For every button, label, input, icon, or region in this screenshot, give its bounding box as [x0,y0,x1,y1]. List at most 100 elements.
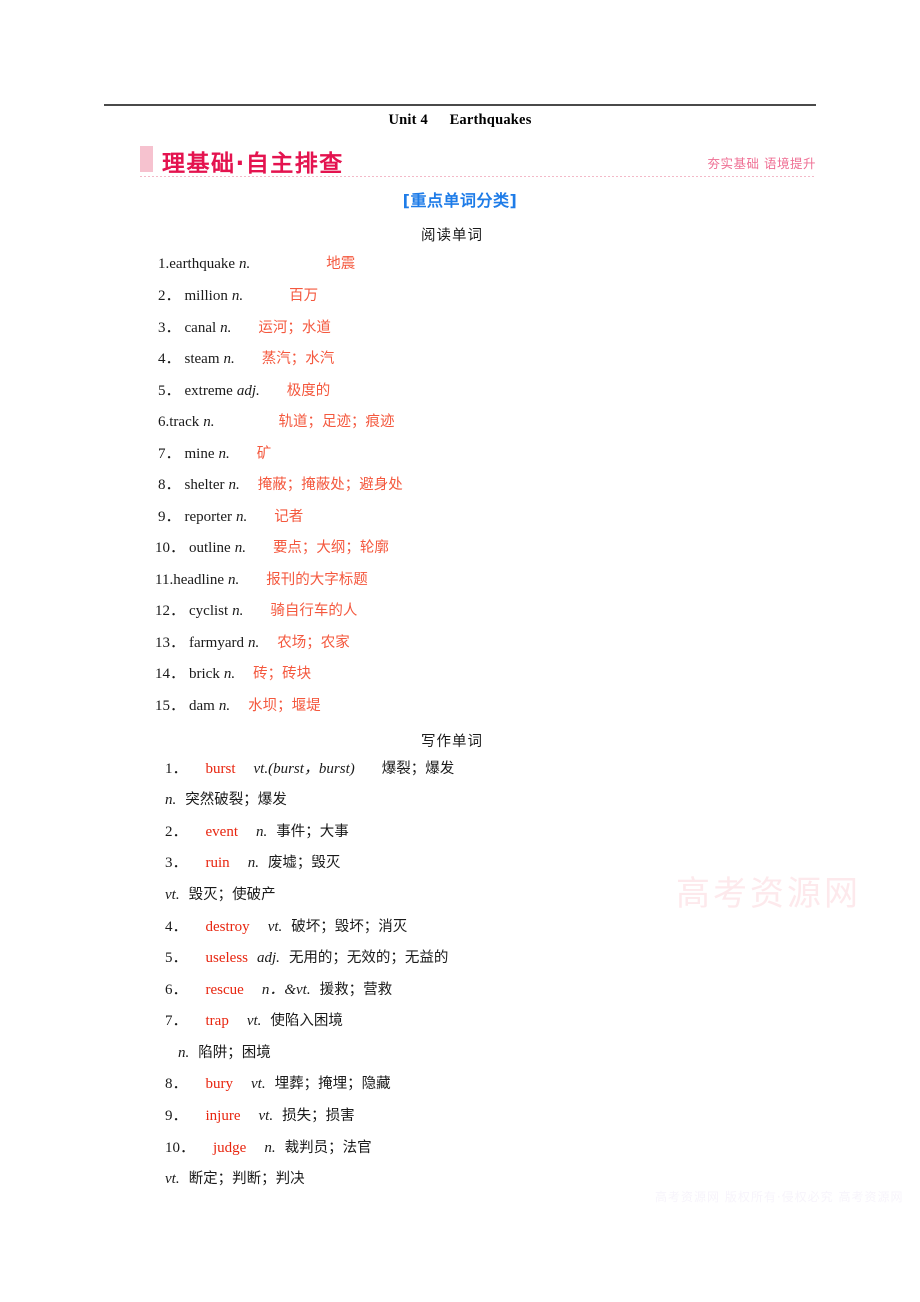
item-translation: 使陷入困境 [270,1013,343,1029]
list-item: 1． burst vt.(burst，burst) 爆裂；爆发 [165,762,454,777]
item-translation-extra: 毁灭；使破产 [188,887,276,903]
item-number: 8． [165,1076,188,1092]
item-word: earthquake [169,256,236,272]
list-item: 1.earthquake n. 地震 [158,257,355,272]
item-pos: adj. [257,950,280,966]
item-translation: 蒸汽；水汽 [261,351,335,367]
list-item: 11.headline n. 报刊的大字标题 [155,573,368,588]
list-item: 2． million n. 百万 [158,289,318,304]
item-number: 10． [165,1140,196,1156]
item-number: 6． [165,982,188,998]
item-translation: 记者 [274,509,304,525]
banner-accent-bar [140,146,153,172]
item-translation: 运河；水道 [258,320,331,336]
document-page: Unit 4 Earthquakes 理基础·自主排查 夯实基础 语境提升 [重… [0,0,920,1302]
item-number: 14． [155,666,186,682]
item-pos: n. [228,572,240,588]
item-pos: n. [223,666,236,682]
item-word: canal [184,320,217,336]
item-translation: 掩蔽；掩蔽处；避身处 [257,477,403,493]
list-item: 12． cyclist n. 骑自行车的人 [155,604,357,619]
item-number: 5． [165,950,188,966]
item-number: 2． [165,824,188,840]
banner-dotted-rule [140,176,816,177]
item-translation: 要点；大纲；轮廓 [272,540,389,556]
item-pos-extra: n. [178,1045,190,1061]
item-pos: n. [228,477,240,493]
item-translation-extra: 断定；判断；判决 [188,1171,305,1187]
item-number: 9． [158,509,181,525]
item-pos: vt. [251,1076,266,1092]
item-pos: n. [256,824,268,840]
category-heading: [重点单词分类] [402,191,518,210]
item-pos: adj. [236,383,260,399]
item-pos: vt. [267,919,283,935]
item-word: outline [189,540,231,556]
item-word: dam [189,698,215,714]
list-item-continuation: vt. 断定；判断；判决 [165,1172,305,1187]
watermark: 高考资源网 [676,874,861,914]
list-item: 10． judge n. 裁判员；法官 [165,1141,372,1156]
list-item: 15． dam n. 水坝；堰堤 [155,699,321,714]
item-pos-extra: n. [165,792,177,808]
item-number: 4． [158,351,181,367]
item-translation-extra: 突然破裂；爆发 [185,792,287,808]
list-item-continuation: n. 陷阱；困境 [178,1046,271,1061]
item-translation: 埋葬；掩埋；隐藏 [274,1076,391,1092]
item-word: bury [205,1076,234,1092]
item-word: destroy [205,919,250,935]
item-number: 3． [165,855,188,871]
item-pos-extra: vt. [165,887,180,903]
list-item: 6． rescue n．&vt. 援救；营救 [165,983,392,998]
item-translation: 援救；营救 [319,982,393,998]
item-translation: 废墟；毁灭 [267,855,341,871]
item-translation: 骑自行车的人 [270,603,358,619]
item-number: 6. [158,414,170,430]
page-title: Unit 4 Earthquakes [0,112,920,129]
list-item: 8． bury vt. 埋葬；掩埋；隐藏 [165,1077,391,1092]
section-title: 理基础·自主排查 [162,151,344,177]
item-pos: n. [235,509,248,525]
list-item: 14． brick n. 砖；砖块 [155,667,311,682]
item-word: event [205,824,238,840]
item-translation: 轨道；足迹；痕迹 [278,414,395,430]
item-translation: 爆裂；爆发 [381,761,455,777]
item-number: 15． [155,698,186,714]
item-number: 10． [155,540,186,556]
list-item: 8． shelter n. 掩蔽；掩蔽处；避身处 [158,478,403,493]
item-word: steam [184,351,220,367]
item-translation: 破坏；毁坏；消灭 [291,919,408,935]
list-item: 5． useless adj. 无用的；无效的；无益的 [165,951,448,966]
item-pos: n. [232,603,244,619]
item-word: cyclist [189,603,229,619]
item-translation: 极度的 [286,383,331,399]
item-translation: 报刊的大字标题 [266,572,368,588]
item-number: 11. [155,572,174,588]
item-translation: 地震 [326,256,356,272]
item-word: reporter [184,509,232,525]
section-banner: 理基础·自主排查 夯实基础 语境提升 [140,145,816,179]
item-word: injure [205,1108,241,1124]
item-number: 7． [158,446,181,462]
item-word: trap [205,1013,229,1029]
item-word: ruin [205,855,230,871]
item-translation: 百万 [289,288,319,304]
list-item: 7． mine n. 矿 [158,447,271,462]
list-item-continuation: n. 突然破裂；爆发 [165,793,287,808]
item-number: 12． [155,603,186,619]
footer-watermark: 高考资源网 版权所有·侵权必究 高考资源网 [655,1190,904,1204]
item-pos: n. [247,855,259,871]
item-word: brick [189,666,220,682]
item-pos-extra: vt. [165,1171,180,1187]
list-item: 9． reporter n. 记者 [158,510,303,525]
item-word: farmyard [189,635,244,651]
item-pos: n. [218,698,231,714]
item-translation: 事件；大事 [276,824,349,840]
list-item: 6.track n. 轨道；足迹；痕迹 [158,415,394,430]
item-number: 1． [165,761,188,777]
unit-name: Earthquakes [449,112,532,128]
list-item-continuation: vt. 毁灭；使破产 [165,888,276,903]
list-item: 5． extreme adj. 极度的 [158,384,330,399]
list-item: 3． ruin n. 废墟；毁灭 [165,856,340,871]
item-translation: 无用的；无效的；无益的 [288,950,449,966]
